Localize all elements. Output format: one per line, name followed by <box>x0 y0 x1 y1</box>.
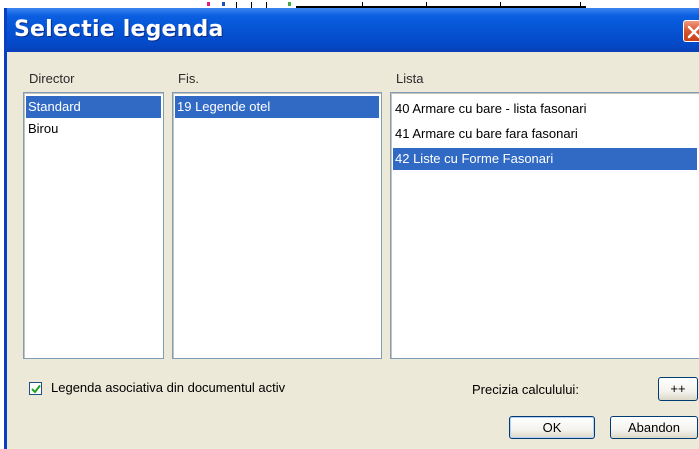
close-icon <box>687 25 699 39</box>
check-icon <box>31 384 41 394</box>
director-label: Director <box>29 71 75 86</box>
precision-button[interactable]: ++ <box>658 377 698 401</box>
background-mark <box>288 2 291 6</box>
lista-list[interactable]: 40 Armare cu bare - lista fasonari 41 Ar… <box>390 92 699 359</box>
abandon-button[interactable]: Abandon <box>610 416 698 439</box>
director-item-standard[interactable]: Standard <box>26 96 161 118</box>
lista-label: Lista <box>396 71 424 86</box>
ok-button[interactable]: OK <box>509 416 595 439</box>
associative-checkbox[interactable] <box>29 382 42 395</box>
lista-item-40[interactable]: 40 Armare cu bare - lista fasonari <box>393 98 697 120</box>
fis-label: Fis. <box>178 71 199 86</box>
background-mark <box>207 2 210 6</box>
associative-label: Legenda asociativa din documentul activ <box>51 380 286 395</box>
dialog-title: Selectie legenda <box>14 17 224 42</box>
director-item-birou[interactable]: Birou <box>26 118 161 140</box>
precision-label: Precizia calculului: <box>472 382 579 397</box>
selectie-legenda-dialog: Selectie legenda Director Standard Birou… <box>4 8 699 449</box>
director-list[interactable]: Standard Birou <box>23 92 164 359</box>
fis-list[interactable]: 19 Legende otel <box>172 92 382 359</box>
background-mark <box>222 2 225 6</box>
lista-item-41[interactable]: 41 Armare cu bare fara fasonari <box>393 123 697 145</box>
title-bar[interactable]: Selectie legenda <box>7 8 699 52</box>
background-strip <box>0 0 699 8</box>
lista-item-42[interactable]: 42 Liste cu Forme Fasonari <box>393 148 697 170</box>
fis-item-legende-otel[interactable]: 19 Legende otel <box>175 96 379 118</box>
close-button[interactable] <box>683 20 699 42</box>
